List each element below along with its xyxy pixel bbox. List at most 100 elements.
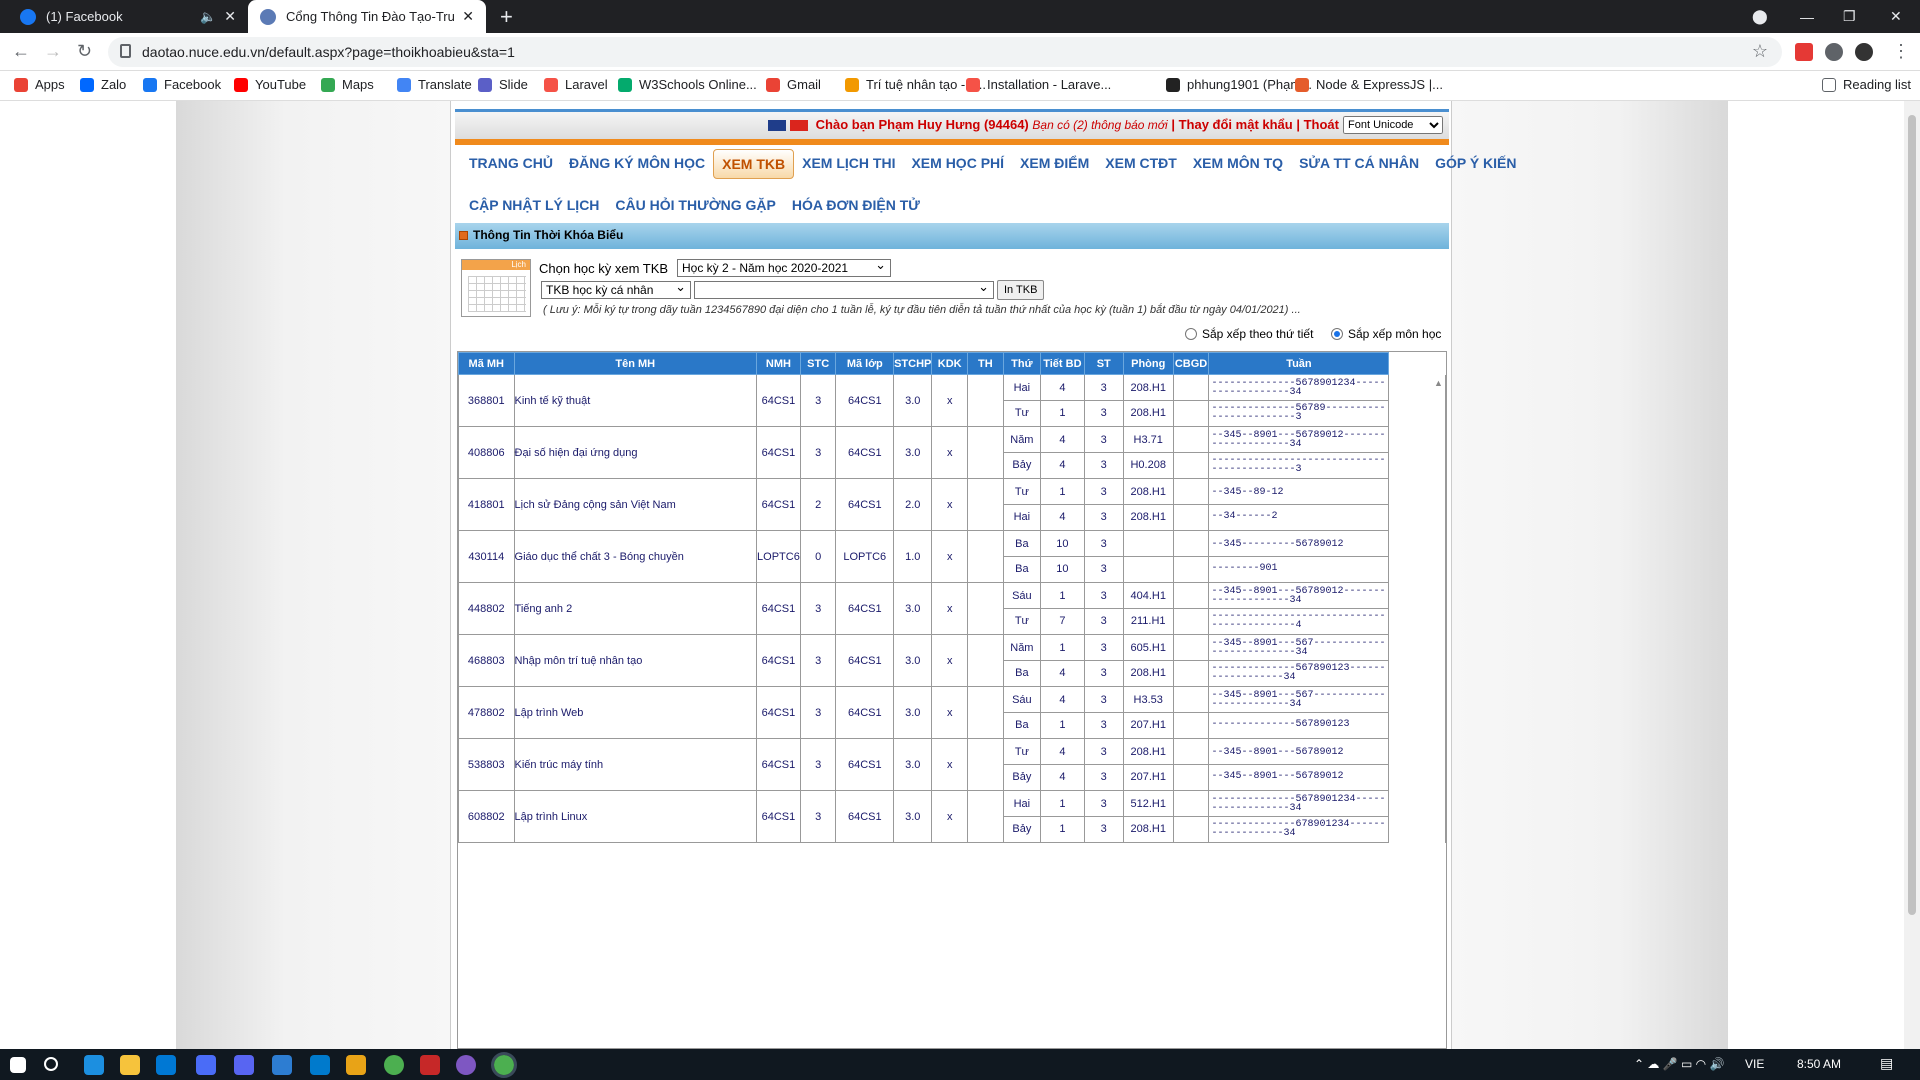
menu-item[interactable]: XEM TKB bbox=[713, 149, 795, 179]
tab-daotao[interactable]: Cổng Thông Tin Đào Tạo-Trường ✕ bbox=[248, 0, 486, 33]
scrollbar-thumb[interactable] bbox=[1908, 115, 1916, 915]
radio-button[interactable] bbox=[1331, 328, 1343, 340]
menu-item[interactable]: CẬP NHẬT LÝ LỊCH bbox=[461, 191, 607, 219]
page-gutter-left bbox=[176, 101, 450, 1049]
bookmark-item[interactable]: Apps bbox=[14, 77, 65, 92]
back-icon[interactable]: ← bbox=[12, 41, 30, 62]
clock[interactable]: 8:50 AM bbox=[1797, 1057, 1841, 1071]
menu-item[interactable]: TRANG CHỦ bbox=[461, 149, 561, 179]
notifications-icon[interactable]: ▤ bbox=[1880, 1055, 1893, 1072]
messenger-icon[interactable] bbox=[272, 1055, 292, 1075]
course-stchp: 3.0 bbox=[893, 426, 933, 479]
reading-list[interactable]: Reading list bbox=[1822, 77, 1911, 92]
window-close-icon[interactable]: ✕ bbox=[1890, 0, 1902, 33]
bookmark-item[interactable]: Node & ExpressJS |... bbox=[1295, 77, 1443, 92]
session-st-cell: 33 bbox=[1083, 374, 1124, 427]
uk-flag-icon[interactable] bbox=[768, 120, 787, 132]
session-weeks-cell: --------------5678901234----------------… bbox=[1208, 374, 1390, 427]
menu-item[interactable]: ĐĂNG KÝ MÔN HỌC bbox=[561, 149, 713, 179]
menu-item[interactable]: XEM MÔN TQ bbox=[1185, 149, 1291, 179]
lock-icon[interactable] bbox=[120, 44, 131, 58]
bookmark-item[interactable]: Facebook bbox=[143, 77, 221, 92]
bookmark-item[interactable]: Zalo bbox=[80, 77, 126, 92]
session-st-cell: 33 bbox=[1083, 634, 1124, 687]
app-icon[interactable] bbox=[346, 1055, 366, 1075]
close-icon[interactable]: ✕ bbox=[462, 8, 474, 25]
file-explorer-icon[interactable] bbox=[120, 1055, 140, 1075]
section-bullet-icon bbox=[459, 231, 468, 240]
vscode-icon[interactable] bbox=[310, 1055, 330, 1075]
app-icon[interactable] bbox=[456, 1055, 476, 1075]
search-icon[interactable] bbox=[44, 1057, 58, 1071]
chrome-active-icon[interactable] bbox=[491, 1052, 517, 1078]
reload-icon[interactable]: ↻ bbox=[77, 41, 92, 62]
bookmark-item[interactable]: Laravel bbox=[544, 77, 608, 92]
print-tkb-button[interactable]: In TKB bbox=[997, 280, 1045, 300]
notice-link[interactable]: Bạn có (2) thông báo mới bbox=[1032, 118, 1167, 132]
discord-icon[interactable] bbox=[234, 1055, 254, 1075]
tkb-type-select[interactable]: TKB học kỳ cá nhân bbox=[541, 281, 691, 299]
new-tab-icon[interactable]: + bbox=[500, 4, 513, 30]
menu-item[interactable]: GÓP Ý KIẾN bbox=[1427, 149, 1524, 179]
sort-by-time-radio[interactable]: Sắp xếp theo thứ tiết bbox=[1185, 327, 1313, 341]
sort-by-subject-radio[interactable]: Sắp xếp môn học bbox=[1331, 327, 1441, 341]
course-stc: 3 bbox=[799, 790, 837, 843]
table-row: 468803 Nhập môn trí tuệ nhân tạo 64CS1 3 64C… bbox=[458, 634, 1446, 687]
scroll-up-icon[interactable]: ▲ bbox=[1434, 378, 1443, 388]
bookmark-item[interactable]: Installation - Larave... bbox=[966, 77, 1111, 92]
tray-icons[interactable]: ⌃ ☁ 🎤 ▭ ◠ 🔊 bbox=[1634, 1057, 1724, 1071]
bookmark-icon bbox=[845, 77, 859, 92]
app-icon[interactable] bbox=[420, 1055, 440, 1075]
bookmark-item[interactable]: Translate bbox=[397, 77, 472, 92]
chrome-icon[interactable] bbox=[384, 1055, 404, 1075]
app-icon[interactable] bbox=[196, 1055, 216, 1075]
session-weeks: ----------------------------------------… bbox=[1211, 610, 1386, 631]
session-day: Ba bbox=[1015, 666, 1029, 679]
course-name: Kinh tế kỹ thuật bbox=[513, 374, 758, 427]
bookmark-star-icon[interactable]: ☆ bbox=[1752, 41, 1768, 62]
minimize-icon[interactable]: — bbox=[1800, 0, 1814, 33]
site-icon bbox=[260, 8, 276, 25]
extension-icon[interactable] bbox=[1795, 43, 1813, 61]
language-indicator[interactable]: VIE bbox=[1745, 1057, 1764, 1071]
semester-select[interactable]: Học kỳ 2 - Năm học 2020-2021 bbox=[677, 259, 891, 277]
change-password-link[interactable]: Thay đổi mật khẩu bbox=[1179, 117, 1293, 132]
forward-icon[interactable]: → bbox=[44, 41, 62, 62]
bookmark-item[interactable]: Gmail bbox=[766, 77, 821, 92]
edge-icon[interactable] bbox=[84, 1055, 104, 1075]
extensions-puzzle-icon[interactable] bbox=[1825, 43, 1843, 61]
session-start-cell: 14 bbox=[1040, 478, 1085, 531]
bookmark-item[interactable]: YouTube bbox=[234, 77, 306, 92]
menu-item[interactable]: XEM ĐIỂM bbox=[1012, 149, 1097, 179]
bookmark-item[interactable]: Trí tuệ nhân tạo - T... bbox=[845, 77, 986, 92]
bookmark-item[interactable]: W3Schools Online... bbox=[618, 77, 757, 92]
radio-button[interactable] bbox=[1185, 328, 1197, 340]
address-bar[interactable]: daotao.nuce.edu.vn/default.aspx?page=tho… bbox=[108, 37, 1782, 67]
secondary-select[interactable] bbox=[694, 281, 994, 299]
bookmark-item[interactable]: Maps bbox=[321, 77, 374, 92]
menu-item[interactable]: HÓA ĐƠN ĐIỆN TỬ bbox=[784, 191, 928, 219]
vn-flag-icon[interactable] bbox=[790, 120, 809, 132]
menu-kebab-icon[interactable]: ⋮ bbox=[1892, 41, 1910, 62]
menu-item[interactable]: SỬA TT CÁ NHÂN bbox=[1291, 149, 1427, 179]
menu-item[interactable]: XEM LỊCH THI bbox=[794, 149, 903, 179]
session-st: 3 bbox=[1100, 458, 1107, 471]
restore-icon[interactable]: ❐ bbox=[1843, 0, 1856, 33]
speaker-icon[interactable]: 🔈 bbox=[200, 9, 216, 25]
menu-item[interactable]: XEM CTĐT bbox=[1097, 149, 1185, 179]
menu-item[interactable]: CÂU HỎI THƯỜNG GẶP bbox=[607, 191, 783, 219]
page-scrollbar[interactable] bbox=[1904, 101, 1920, 1049]
font-select[interactable]: Font Unicode bbox=[1343, 116, 1443, 134]
windows-start-icon[interactable] bbox=[10, 1057, 26, 1073]
menu-item[interactable]: XEM HỌC PHÍ bbox=[903, 149, 1012, 179]
bookmark-item[interactable]: phhung1901 (Phạm... bbox=[1166, 77, 1312, 92]
logout-link[interactable]: Thoát bbox=[1304, 117, 1339, 132]
session-st-cell: 33 bbox=[1083, 738, 1124, 791]
avatar[interactable] bbox=[1855, 43, 1873, 61]
session-lecturer bbox=[1173, 481, 1209, 505]
close-icon[interactable]: ✕ bbox=[224, 8, 236, 25]
bookmark-item[interactable]: Slide bbox=[478, 77, 528, 92]
mail-icon[interactable] bbox=[156, 1055, 176, 1075]
profile-menu-icon[interactable]: ⬤ bbox=[1752, 0, 1768, 33]
tab-facebook[interactable]: (1) Facebook 🔈 ✕ bbox=[8, 0, 248, 33]
